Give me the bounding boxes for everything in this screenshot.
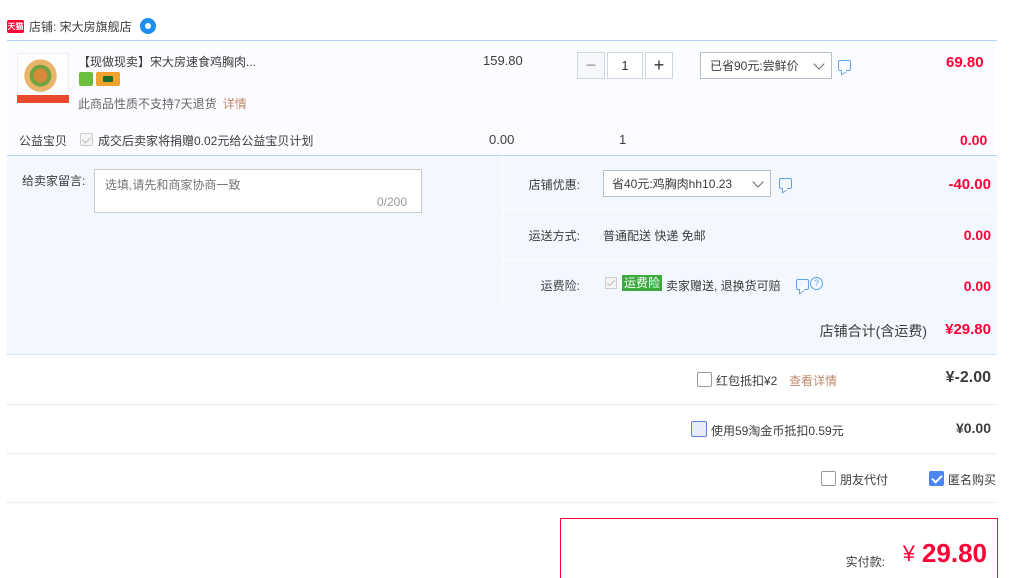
detail-link[interactable]: 详情 — [223, 97, 247, 111]
friend-pay-checkbox[interactable] — [821, 471, 836, 486]
insurance-text: 卖家赠送, 退换货可赔 — [666, 279, 781, 293]
payment-label: 实付款: — [845, 555, 885, 569]
wangwang-chat-icon[interactable] — [139, 18, 156, 34]
purchase-options-row: 朋友代付 匿名购买 — [7, 454, 997, 503]
insurance-checkbox — [605, 277, 617, 289]
shipping-insurance-row: 运费险: 运费险 卖家赠送, 退换货可赔 ? 0.00 — [503, 260, 998, 304]
payment-amount: 29.80 — [921, 538, 987, 568]
promotion-select[interactable]: 已省90元:尝鲜价 — [700, 52, 832, 79]
quantity-stepper: − 1 + — [577, 52, 673, 79]
shipping-value: 0.00 — [963, 227, 991, 243]
taojinbi-value: ¥0.00 — [955, 420, 991, 436]
shipping-row: 运送方式: 普通配送 快递 免邮 0.00 — [503, 210, 998, 260]
subtotal-value: ¥29.80 — [945, 321, 991, 338]
hongbao-text: 红包抵扣¥2 — [716, 374, 778, 388]
seller-message-input[interactable] — [94, 169, 422, 213]
shop-coupon-label: 店铺优惠: — [528, 178, 580, 192]
comment-icon[interactable] — [779, 178, 792, 189]
return-policy-text: 此商品性质不支持7天退货 — [78, 97, 217, 111]
hongbao-row: 红包抵扣¥2 查看详情 ¥-2.00 — [7, 355, 997, 405]
chevron-down-icon — [752, 175, 764, 188]
product-thumbnail-band — [17, 95, 69, 103]
shop-coupon-value: -40.00 — [948, 176, 991, 193]
charity-total: 0.00 — [960, 132, 988, 148]
help-icon[interactable]: ? — [810, 277, 823, 290]
quantity-input[interactable]: 1 — [607, 52, 643, 79]
charity-label: 公益宝贝 — [19, 134, 68, 148]
tmall-logo-icon: 天猫 — [7, 19, 24, 33]
product-title[interactable]: 【现做现卖】宋大房速食鸡胸肉... — [78, 53, 256, 70]
taojinbi-text: 使用59淘金币抵扣0.59元 — [711, 424, 844, 438]
unit-price: 159.80 — [483, 53, 523, 68]
service-badge-icon — [79, 72, 93, 86]
chevron-down-icon — [813, 57, 825, 70]
charity-price: 0.00 — [489, 132, 515, 147]
return-policy-note: 此商品性质不支持7天退货 详情 — [78, 95, 247, 112]
charity-text: 成交后卖家将捐赠0.02元给公益宝贝计划 — [98, 134, 314, 148]
promotion-selected-value: 已省90元:尝鲜价 — [710, 59, 799, 73]
taojinbi-row: 使用59淘金币抵扣0.59元 ¥0.00 — [7, 405, 997, 454]
hongbao-details-link[interactable]: 查看详情 — [789, 372, 837, 389]
charity-qty: 1 — [619, 132, 627, 147]
payment-currency: ¥ — [902, 541, 915, 566]
insurance-value: 0.00 — [963, 278, 991, 294]
message-panel: 给卖家留言: 0/200 — [7, 155, 502, 303]
comment-icon[interactable] — [796, 279, 809, 290]
order-item: 【现做现卖】宋大房速食鸡胸肉... 此商品性质不支持7天退货 详情 159.80 … — [7, 40, 997, 155]
comment-icon[interactable] — [838, 60, 851, 71]
message-label: 给卖家留言: — [22, 174, 86, 188]
shop-coupon-selected-value: 省40元:鸡胸肉hh10.23 — [612, 177, 733, 191]
shop-subtotal-bar: 店铺合计(含运费) ¥29.80 — [7, 303, 997, 355]
quantity-increase-button[interactable]: + — [645, 52, 673, 79]
insurance-badge: 运费险 — [622, 275, 663, 291]
anonymous-checkbox[interactable] — [929, 471, 944, 486]
item-total: 69.80 — [946, 54, 984, 71]
shop-name[interactable]: 店铺: 宋大房旗舰店 — [29, 18, 132, 35]
friend-pay-label[interactable]: 朋友代付 — [840, 471, 888, 488]
card-badge-icon — [96, 72, 120, 86]
quantity-decrease-button[interactable]: − — [577, 52, 605, 79]
insurance-label: 运费险: — [540, 279, 580, 293]
shipping-method: 普通配送 快递 免邮 — [603, 229, 706, 243]
shop-coupon-row: 店铺优惠: 省40元:鸡胸肉hh10.23 -40.00 — [503, 156, 998, 210]
taojinbi-checkbox[interactable] — [691, 421, 707, 437]
hongbao-value: ¥-2.00 — [945, 369, 991, 386]
hongbao-checkbox[interactable] — [697, 372, 712, 387]
payment-summary: 实付款: ¥ 29.80 — [560, 518, 998, 578]
shop-coupon-select[interactable]: 省40元:鸡胸肉hh10.23 — [603, 170, 771, 197]
anonymous-label[interactable]: 匿名购买 — [948, 471, 996, 488]
message-counter: 0/200 — [377, 195, 408, 209]
charity-checkbox — [80, 133, 93, 146]
order-options-panel: 店铺优惠: 省40元:鸡胸肉hh10.23 -40.00 运送方式: 普通配送 … — [502, 155, 998, 304]
shop-header: 天猫 店铺: 宋大房旗舰店 — [7, 14, 156, 38]
subtotal-label: 店铺合计(含运费) — [819, 323, 927, 339]
shipping-label: 运送方式: — [528, 229, 580, 243]
